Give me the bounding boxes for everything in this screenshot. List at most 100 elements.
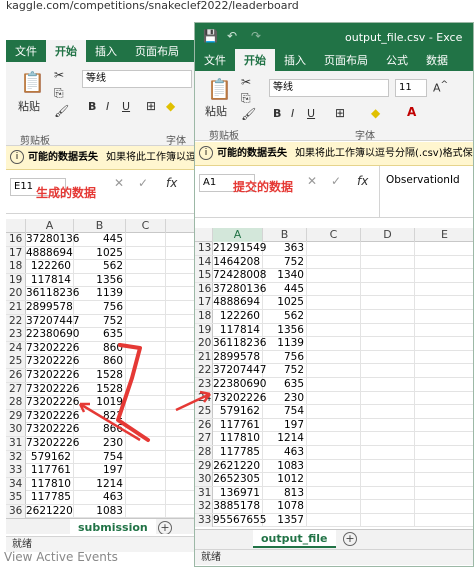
cell-a[interactable]: 117785 (26, 491, 74, 505)
empty-cell[interactable] (361, 337, 415, 351)
underline-button[interactable]: U (122, 100, 130, 113)
empty-cell[interactable] (307, 364, 361, 378)
cell-b[interactable]: 822 (74, 409, 126, 423)
empty-cell[interactable] (415, 405, 473, 418)
row-header[interactable]: 35 (6, 491, 26, 505)
cell-a[interactable]: 117810 (26, 477, 74, 491)
add-sheet-icon[interactable]: + (343, 532, 357, 546)
bold-button[interactable]: B (273, 107, 281, 120)
empty-cell[interactable] (415, 242, 473, 255)
cell-a[interactable]: 136971 (213, 486, 263, 500)
enter-icon[interactable]: ✓ (331, 174, 341, 188)
empty-cell[interactable] (166, 477, 196, 491)
cell-b[interactable]: 445 (74, 233, 126, 246)
cell-b[interactable]: 754 (74, 450, 126, 464)
empty-cell[interactable] (361, 364, 415, 378)
cell-a[interactable]: 2652305 (213, 473, 263, 487)
tab-insert[interactable]: 插入 (86, 40, 126, 62)
sheet-tab-submission[interactable]: submission (70, 519, 156, 534)
empty-cell[interactable] (307, 473, 361, 487)
empty-cell[interactable] (126, 328, 166, 342)
view-active-events-link[interactable]: View Active Events (4, 550, 118, 564)
cut-icon[interactable]: ✂ (54, 68, 64, 82)
empty-cell[interactable] (415, 324, 473, 337)
cell-a[interactable]: 122260 (26, 260, 74, 274)
cell-a[interactable]: 95567655 (213, 513, 266, 527)
row-header[interactable]: 13 (195, 242, 213, 255)
row-header[interactable]: 31 (6, 436, 26, 450)
save-icon[interactable]: 💾 (203, 29, 218, 43)
cancel-icon[interactable]: ✕ (307, 174, 317, 188)
empty-cell[interactable] (361, 296, 415, 310)
cell-b[interactable]: 1356 (263, 323, 307, 337)
cell-a[interactable]: 37280136 (26, 233, 79, 246)
font-color-icon[interactable]: A (407, 105, 416, 119)
empty-cell[interactable] (415, 283, 473, 296)
empty-cell[interactable] (415, 378, 473, 391)
empty-cell[interactable] (126, 396, 166, 410)
empty-cell[interactable] (361, 513, 415, 527)
cell-b[interactable]: 463 (263, 445, 307, 459)
tab-home[interactable]: 开始 (235, 49, 275, 71)
empty-cell[interactable] (166, 382, 196, 396)
empty-cell[interactable] (361, 473, 415, 487)
tab-file[interactable]: 文件 (6, 40, 46, 62)
cell-a[interactable]: 1464208 (213, 255, 263, 269)
row-header[interactable]: 16 (195, 282, 213, 296)
cut-icon[interactable]: ✂ (241, 75, 251, 89)
redo-icon[interactable]: ↷ (251, 29, 261, 43)
empty-cell[interactable] (361, 350, 415, 364)
cell-a[interactable]: 117761 (213, 418, 263, 432)
formula-bar-input[interactable]: ObservationId (379, 166, 473, 218)
row-header[interactable]: 15 (195, 269, 213, 283)
empty-cell[interactable] (415, 296, 473, 309)
column-header-d[interactable]: D (361, 228, 415, 242)
cell-a[interactable]: 117814 (26, 273, 74, 287)
empty-cell[interactable] (307, 432, 361, 446)
cell-b[interactable]: 363 (263, 242, 307, 255)
cell-b[interactable]: 1019 (74, 396, 126, 410)
row-header[interactable]: 28 (195, 445, 213, 459)
row-header[interactable]: 33 (195, 513, 213, 527)
empty-cell[interactable] (307, 418, 361, 432)
borders-icon[interactable]: ⊞ (335, 106, 345, 120)
empty-cell[interactable] (126, 246, 166, 260)
row-header[interactable]: 32 (6, 450, 26, 464)
empty-cell[interactable] (126, 368, 166, 382)
row-header[interactable]: 21 (195, 350, 213, 364)
empty-cell[interactable] (126, 450, 166, 464)
row-header[interactable]: 23 (6, 328, 26, 342)
empty-cell[interactable] (307, 459, 361, 473)
empty-cell[interactable] (126, 491, 166, 505)
paste-button[interactable]: 粘贴 (18, 98, 40, 114)
cell-b[interactable]: 752 (263, 364, 307, 378)
empty-cell[interactable] (166, 491, 196, 505)
empty-cell[interactable] (307, 486, 361, 500)
cell-b[interactable]: 1083 (74, 504, 126, 518)
cell-a[interactable]: 73202226 (26, 409, 79, 423)
row-header[interactable]: 17 (195, 296, 213, 310)
cell-b[interactable]: 562 (263, 309, 307, 323)
cell-a[interactable]: 73202226 (26, 396, 79, 410)
empty-cell[interactable] (126, 287, 166, 301)
empty-cell[interactable] (361, 323, 415, 337)
cell-b[interactable]: 230 (74, 436, 126, 450)
empty-cell[interactable] (166, 423, 196, 437)
row-header[interactable]: 19 (195, 323, 213, 337)
empty-cell[interactable] (166, 396, 196, 410)
empty-cell[interactable] (126, 314, 166, 328)
empty-cell[interactable] (361, 486, 415, 500)
cell-b[interactable]: 635 (263, 377, 307, 391)
column-header-c[interactable]: C (126, 219, 166, 233)
empty-cell[interactable] (166, 436, 196, 450)
cancel-icon[interactable]: ✕ (114, 176, 124, 190)
row-header[interactable]: 31 (195, 486, 213, 500)
empty-cell[interactable] (126, 260, 166, 274)
empty-cell[interactable] (415, 460, 473, 473)
empty-cell[interactable] (166, 409, 196, 423)
cell-b[interactable]: 860 (74, 341, 126, 355)
cell-b[interactable]: 1012 (263, 473, 307, 487)
tab-formulas[interactable]: 公式 (377, 49, 417, 71)
fill-color-icon[interactable]: ◆ (371, 106, 380, 120)
row-header[interactable]: 34 (6, 477, 26, 491)
